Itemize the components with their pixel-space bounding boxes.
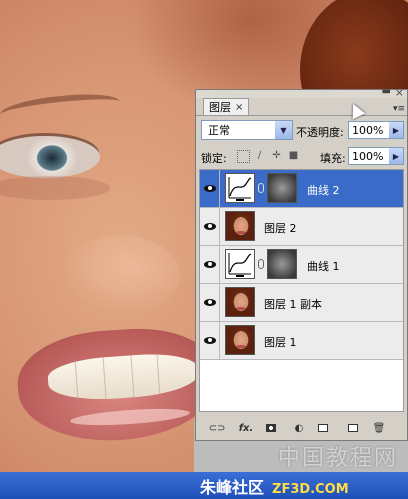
panel-close-button[interactable]: × — [395, 86, 404, 99]
eyebrow — [0, 89, 121, 127]
eye-icon — [203, 185, 216, 192]
eye-icon — [203, 223, 216, 230]
lock-brush-icon[interactable]: ∕ — [254, 150, 265, 161]
layer-row[interactable]: 曲线 1 — [200, 246, 403, 284]
visibility-toggle[interactable] — [200, 246, 220, 283]
lock-transparent-icon[interactable] — [237, 150, 250, 163]
fx-icon[interactable]: fx. — [236, 421, 256, 435]
panel-title-strip[interactable] — [196, 90, 407, 98]
blend-mode-select[interactable]: 正常 ▼ — [201, 120, 293, 140]
watermark-site: 朱峰社区 ZF3D.COM — [200, 474, 349, 498]
fill-value: 100% — [352, 149, 384, 163]
tab-close-icon[interactable]: × — [235, 102, 243, 113]
new-group-icon[interactable] — [316, 421, 330, 435]
lock-label: 锁定: — [201, 152, 227, 165]
opacity-value: 100% — [352, 123, 384, 137]
layer-name: 曲线 2 — [307, 184, 340, 197]
opacity-label: 不透明度: — [296, 126, 344, 139]
chevron-down-icon[interactable]: ▼ — [275, 121, 292, 139]
link-icon[interactable]: ⊂⊃ — [208, 421, 226, 435]
blend-mode-value: 正常 — [208, 124, 230, 137]
opacity-slider-arrow-icon[interactable]: ▶ — [389, 122, 403, 138]
eye-icon — [203, 337, 216, 344]
layer-row[interactable]: 图层 2 — [200, 208, 403, 246]
layers-panel: ▬ × 图层 × ▾≡ 正常 ▼ 不透明度: 100% ▶ 锁定: ∕ ✛ ■ … — [195, 86, 408, 441]
fill-slider-arrow-icon[interactable]: ▶ — [389, 148, 403, 164]
add-mask-icon[interactable] — [264, 421, 278, 435]
layer-row[interactable]: 曲线 2 — [200, 170, 403, 208]
link-icon[interactable] — [258, 259, 264, 269]
visibility-toggle[interactable] — [200, 284, 220, 321]
new-layer-icon[interactable] — [346, 421, 360, 435]
layer-thumbnail — [225, 325, 255, 355]
visibility-toggle[interactable] — [200, 170, 220, 207]
curves-thumbnail-icon — [225, 249, 255, 279]
blend-opacity-row: 正常 ▼ 不透明度: 100% ▶ — [196, 118, 407, 142]
layers-list: 曲线 2 图层 2 曲线 1 图层 1 副本 图层 1 — [199, 169, 404, 412]
fill-label: 填充: — [320, 152, 346, 165]
panel-minimize-button[interactable]: ▬ — [382, 86, 391, 97]
eye-icon — [203, 299, 216, 306]
panel-menu-icon[interactable]: ▾≡ — [393, 104, 405, 114]
adjustment-layer-icon[interactable]: ◐ — [292, 421, 306, 435]
nose — [60, 235, 180, 315]
site-name: 朱峰社区 — [200, 478, 265, 497]
layers-toolbar: ⊂⊃ fx. ◐ 🗑 — [196, 418, 407, 440]
layer-row[interactable]: 图层 1 — [200, 322, 403, 360]
layer-name: 图层 2 — [264, 222, 297, 235]
curves-thumbnail-icon — [225, 173, 255, 203]
eye — [0, 136, 100, 178]
under-eye — [0, 176, 110, 200]
divider — [196, 115, 407, 116]
site-url: ZF3D.COM — [272, 482, 349, 497]
watermark-chinese: 中国教程网 — [277, 446, 398, 471]
visibility-toggle[interactable] — [200, 208, 220, 245]
layer-thumbnail — [225, 287, 255, 317]
eye-icon — [203, 261, 216, 268]
lock-move-icon[interactable]: ✛ — [271, 150, 282, 161]
lock-fill-row: 锁定: ∕ ✛ ■ 填充: 100% ▶ — [196, 145, 407, 167]
layer-row[interactable]: 图层 1 副本 — [200, 284, 403, 322]
layer-name: 曲线 1 — [307, 260, 340, 273]
mask-thumbnail[interactable] — [267, 173, 297, 203]
link-icon[interactable] — [258, 183, 264, 193]
visibility-toggle[interactable] — [200, 322, 220, 359]
layer-name: 图层 1 副本 — [264, 298, 322, 311]
trash-icon[interactable]: 🗑 — [372, 421, 386, 435]
layer-thumbnail — [225, 211, 255, 241]
layer-name: 图层 1 — [264, 336, 297, 349]
tab-layers[interactable]: 图层 × — [203, 98, 249, 115]
fill-field[interactable]: 100% ▶ — [348, 147, 404, 165]
opacity-field[interactable]: 100% ▶ — [348, 121, 404, 139]
lock-all-icon[interactable]: ■ — [288, 150, 299, 161]
mask-thumbnail[interactable] — [267, 249, 297, 279]
tab-layers-label: 图层 — [209, 101, 231, 114]
